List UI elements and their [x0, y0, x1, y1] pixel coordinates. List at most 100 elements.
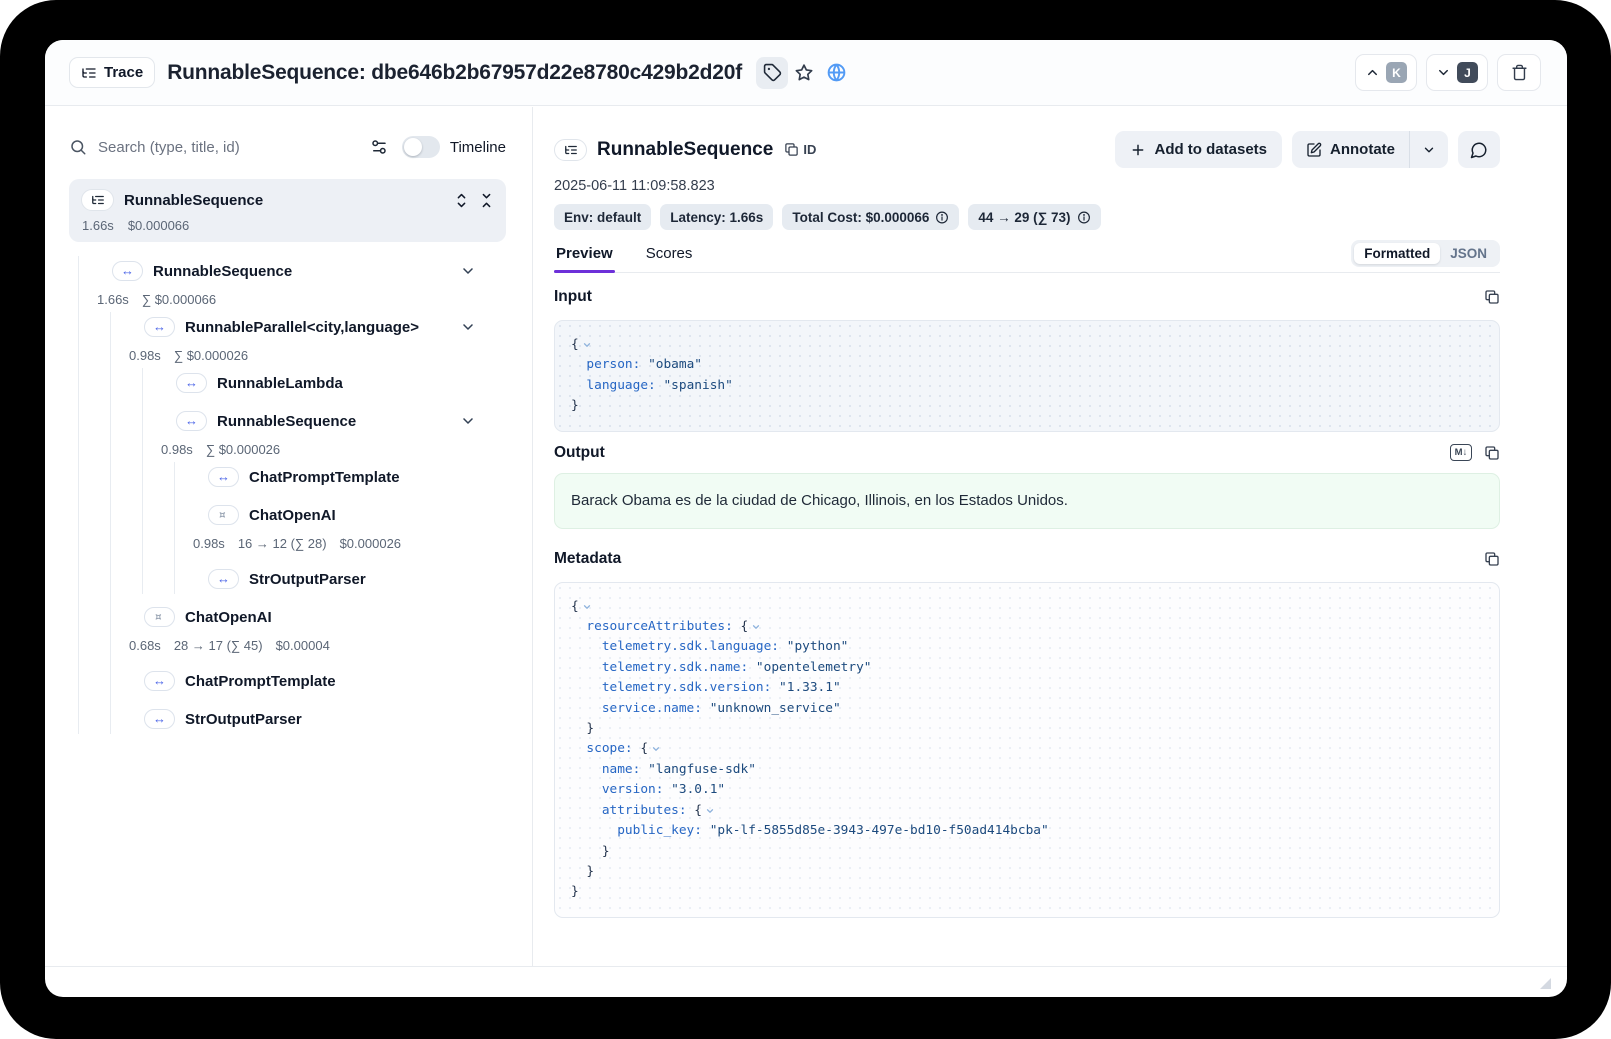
node-metrics: 0.98s∑ $0.000026 — [143, 436, 506, 462]
trace-tree-node[interactable]: ChatOpenAI — [175, 500, 506, 530]
trace-tree-node[interactable]: ↔ RunnableParallel<city,language> — [111, 312, 506, 342]
trace-tree-node[interactable]: ↔ChatPromptTemplate — [175, 462, 506, 492]
format-option-json[interactable]: JSON — [1440, 243, 1497, 264]
generation-icon — [144, 607, 175, 627]
list-tree-icon — [81, 189, 114, 211]
chevron-down-icon — [1422, 143, 1436, 157]
json-line: { — [571, 335, 1483, 355]
list-tree-icon — [554, 139, 587, 161]
node-metrics: 0.98s∑ $0.000026 — [111, 342, 506, 368]
json-line: } — [571, 719, 1483, 739]
trace-tree-node[interactable]: ↔RunnableLambda — [143, 368, 506, 398]
annotate-dropdown-button[interactable] — [1410, 131, 1448, 168]
format-option-formatted[interactable]: Formatted — [1354, 243, 1440, 264]
markdown-toggle-icon[interactable]: M↓ — [1450, 444, 1472, 461]
copy-id-icon[interactable] — [784, 142, 799, 157]
json-line: attributes: { — [571, 801, 1483, 821]
trace-timestamp: 2025-06-11 11:09:58.823 — [554, 178, 1500, 194]
node-metrics: 1.66s∑ $0.000066 — [79, 286, 506, 312]
metadata-json-viewer: {resourceAttributes: {telemetry.sdk.lang… — [554, 582, 1500, 918]
star-button[interactable] — [788, 57, 820, 89]
chevron-down-icon[interactable] — [460, 413, 476, 429]
json-line: public_key: "pk-lf-5855d85e-3943-497e-bd… — [571, 821, 1483, 841]
info-icon[interactable] — [1077, 211, 1091, 225]
info-icon[interactable] — [935, 211, 949, 225]
next-trace-button[interactable]: J — [1426, 54, 1488, 91]
collapse-chevron-icon[interactable] — [582, 602, 592, 612]
timeline-toggle[interactable] — [402, 136, 440, 158]
generation-icon — [208, 505, 239, 525]
trace-badge-label: Trace — [104, 64, 143, 81]
json-line: } — [571, 842, 1483, 862]
node-metrics: 0.68s28 → 17 (∑ 45)$0.00004 — [111, 632, 506, 658]
node-label: ChatPromptTemplate — [185, 673, 336, 690]
input-section-title: Input — [554, 288, 592, 306]
collapse-chevron-icon[interactable] — [582, 340, 592, 350]
copy-output-icon[interactable] — [1484, 445, 1500, 461]
copy-metadata-icon[interactable] — [1484, 551, 1500, 567]
span-icon: ↔ — [144, 709, 175, 729]
json-line: { — [571, 597, 1483, 617]
output-section-title: Output — [554, 444, 605, 462]
filter-settings-icon[interactable] — [370, 138, 388, 156]
trash-icon — [1511, 64, 1528, 81]
id-label: ID — [803, 142, 816, 157]
expand-all-icon[interactable] — [454, 193, 469, 208]
tab-scores[interactable]: Scores — [644, 245, 695, 272]
delete-trace-button[interactable] — [1497, 54, 1541, 91]
annotate-button[interactable]: Annotate — [1292, 131, 1409, 168]
metadata-section-title: Metadata — [554, 550, 621, 568]
span-icon: ↔ — [112, 261, 143, 281]
copy-input-icon[interactable] — [1484, 289, 1500, 305]
trace-tree-node[interactable]: ↔RunnableSequence — [143, 406, 506, 436]
span-icon: ↔ — [144, 317, 175, 337]
annotate-split-button: Annotate — [1292, 131, 1448, 168]
chevron-down-icon[interactable] — [460, 319, 476, 335]
resize-handle[interactable] — [1540, 978, 1551, 989]
search-input[interactable] — [98, 139, 370, 156]
comments-button[interactable] — [1458, 131, 1500, 168]
trace-tree-node[interactable]: ChatOpenAI — [111, 602, 506, 632]
node-label: RunnableSequence — [153, 263, 292, 280]
trace-root-node[interactable]: RunnableSequence 1.66s $0.000066 — [69, 179, 506, 242]
node-label: ChatOpenAI — [249, 507, 336, 524]
json-line: scope: { — [571, 739, 1483, 759]
shortcut-key-j: J — [1457, 62, 1478, 83]
app-window: Trace RunnableSequence: dbe646b2b67957d2… — [45, 40, 1567, 997]
window-footer — [45, 966, 1567, 997]
trace-tree-node[interactable]: ↔ StrOutputParser — [111, 704, 506, 734]
node-label: StrOutputParser — [185, 711, 302, 728]
json-line: service.name: "unknown_service" — [571, 699, 1483, 719]
collapse-chevron-icon[interactable] — [751, 622, 761, 632]
trace-tree: ↔RunnableSequence1.66s∑ $0.000066↔Runnab… — [69, 256, 506, 734]
node-metrics: 0.98s16 → 12 (∑ 28)$0.000026 — [175, 530, 506, 556]
tab-preview[interactable]: Preview — [554, 245, 615, 272]
trace-tree-node[interactable]: ↔ChatPromptTemplate — [111, 666, 506, 696]
collapse-chevron-icon[interactable] — [705, 806, 715, 816]
trace-tree-node[interactable]: ↔StrOutputParser — [175, 564, 506, 594]
tag-icon — [763, 63, 782, 82]
observation-detail-panel: RunnableSequence ID Add to datasets — [533, 107, 1567, 966]
format-toggle: Formatted JSON — [1351, 240, 1500, 267]
collapse-all-icon[interactable] — [479, 193, 494, 208]
json-line: name: "langfuse-sdk" — [571, 760, 1483, 780]
trace-tree-node[interactable]: ↔ RunnableSequence — [79, 256, 506, 286]
json-line: telemetry.sdk.language: "python" — [571, 637, 1483, 657]
comment-bubble-icon — [1470, 141, 1488, 159]
add-to-datasets-button[interactable]: Add to datasets — [1115, 131, 1282, 168]
window-header: Trace RunnableSequence: dbe646b2b67957d2… — [45, 40, 1567, 106]
observation-title: RunnableSequence — [597, 139, 773, 161]
shortcut-key-k: K — [1386, 62, 1407, 83]
metric-badge: Latency: 1.66s — [660, 204, 773, 230]
node-label: RunnableParallel<city,language> — [185, 319, 419, 336]
json-line: } — [571, 882, 1483, 902]
json-line: } — [571, 862, 1483, 882]
tag-button[interactable] — [756, 57, 788, 89]
prev-trace-button[interactable]: K — [1355, 54, 1417, 91]
chevron-down-icon[interactable] — [460, 263, 476, 279]
json-line: language: "spanish" — [571, 376, 1483, 396]
collapse-chevron-icon[interactable] — [651, 744, 661, 754]
public-link-button[interactable] — [820, 57, 852, 89]
search-icon — [69, 138, 87, 156]
input-json-viewer: {person: "obama"language: "spanish"} — [554, 320, 1500, 432]
